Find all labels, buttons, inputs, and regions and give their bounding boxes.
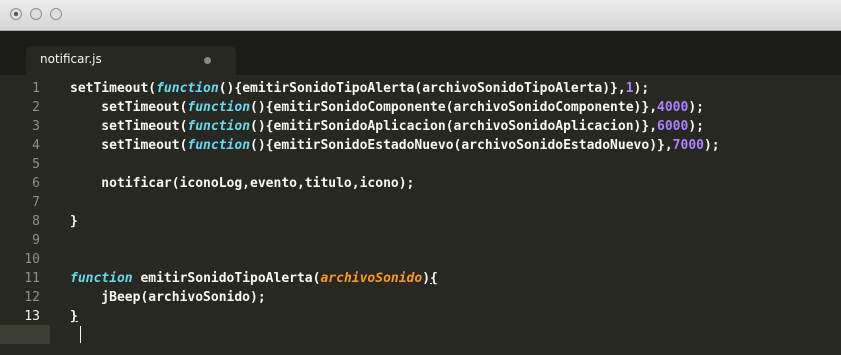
- code-token: (){emitirSonidoComponente(archivoSonidoC…: [250, 100, 658, 115]
- code-token: notificar(iconoLog,evento,titulo,icono);: [70, 176, 415, 191]
- code-token: 7000: [672, 138, 704, 153]
- unsaved-dot-icon[interactable]: [204, 57, 211, 64]
- zoom-button[interactable]: [50, 8, 62, 20]
- tab-strip: notificar.js: [0, 31, 841, 75]
- code-line: function emitirSonidoTipoAlerta(archivoS…: [70, 269, 438, 288]
- line-number: 13: [24, 309, 40, 324]
- line-number: 10: [24, 252, 40, 267]
- minimize-button[interactable]: [30, 8, 42, 20]
- code-token: setTimeout(: [70, 138, 188, 153]
- line-number: 6: [32, 176, 40, 191]
- line-number: 3: [32, 119, 40, 134]
- code-token: function: [187, 138, 251, 153]
- line-number: 5: [32, 157, 40, 172]
- code-token: jBeep(archivoSonido);: [70, 290, 266, 305]
- editor-window: notificar.js 1 2 3 4 5 6 7 8 9 10 11 12 13 setTimeou…: [0, 0, 841, 355]
- code-token: }: [70, 309, 78, 324]
- line-number: 7: [32, 195, 40, 210]
- code-token: }: [70, 214, 78, 229]
- code-line: }: [70, 212, 78, 231]
- close-button[interactable]: [10, 8, 22, 20]
- code-token: 6000: [657, 119, 689, 134]
- code-token: );: [633, 81, 650, 96]
- code-token: );: [688, 119, 704, 134]
- code-token: function: [156, 81, 219, 96]
- code-token: function: [70, 271, 133, 286]
- code-line: setTimeout(function(){emitirSonidoAplica…: [70, 117, 704, 136]
- code-line: setTimeout(function(){emitirSonidoTipoAl…: [70, 79, 649, 98]
- code-token: );: [703, 138, 720, 153]
- code-token: {: [430, 271, 438, 286]
- title-bar: [0, 0, 841, 31]
- code-token: (){emitirSonidoTipoAlerta(archivoSonidoT…: [218, 81, 626, 96]
- code-token: function: [187, 119, 251, 134]
- line-number: 4: [32, 138, 40, 153]
- code-token: );: [688, 100, 704, 115]
- line-number: 9: [32, 233, 40, 248]
- line-number: 1: [32, 81, 40, 96]
- line-number: 11: [24, 271, 40, 286]
- code-line: setTimeout(function(){emitirSonidoEstado…: [70, 136, 720, 155]
- line-number-gutter: 1 2 3 4 5 6 7 8 9 10 11 12 13: [0, 78, 50, 355]
- code-line: jBeep(archivoSonido);: [70, 288, 266, 307]
- code-token: emitirSonidoTipoAlerta(: [132, 271, 321, 286]
- text-cursor: [80, 326, 81, 343]
- code-token: ): [422, 271, 431, 286]
- code-token: setTimeout(: [70, 119, 188, 134]
- tab-notificar-js[interactable]: notificar.js: [26, 46, 236, 75]
- tab-label: notificar.js: [40, 52, 102, 66]
- code-token: function: [187, 100, 251, 115]
- code-token: setTimeout(: [70, 81, 157, 96]
- code-token: (){emitirSonidoAplicacion(archivoSonidoA…: [250, 119, 658, 134]
- code-token: (){emitirSonidoEstadoNuevo(archivoSonido…: [250, 138, 673, 153]
- code-line: }: [70, 307, 78, 326]
- line-number: 8: [32, 214, 40, 229]
- code-editor[interactable]: 1 2 3 4 5 6 7 8 9 10 11 12 13 setTimeout(function(){…: [0, 78, 841, 355]
- code-line: notificar(iconoLog,evento,titulo,icono);: [70, 174, 414, 193]
- code-token: 4000: [657, 100, 689, 115]
- code-token: setTimeout(: [70, 100, 188, 115]
- code-token: 1: [625, 81, 634, 96]
- line-number: 2: [32, 100, 40, 115]
- code-line: setTimeout(function(){emitirSonidoCompon…: [70, 98, 704, 117]
- code-token: archivoSonido: [320, 271, 423, 286]
- line-number: 12: [24, 290, 40, 305]
